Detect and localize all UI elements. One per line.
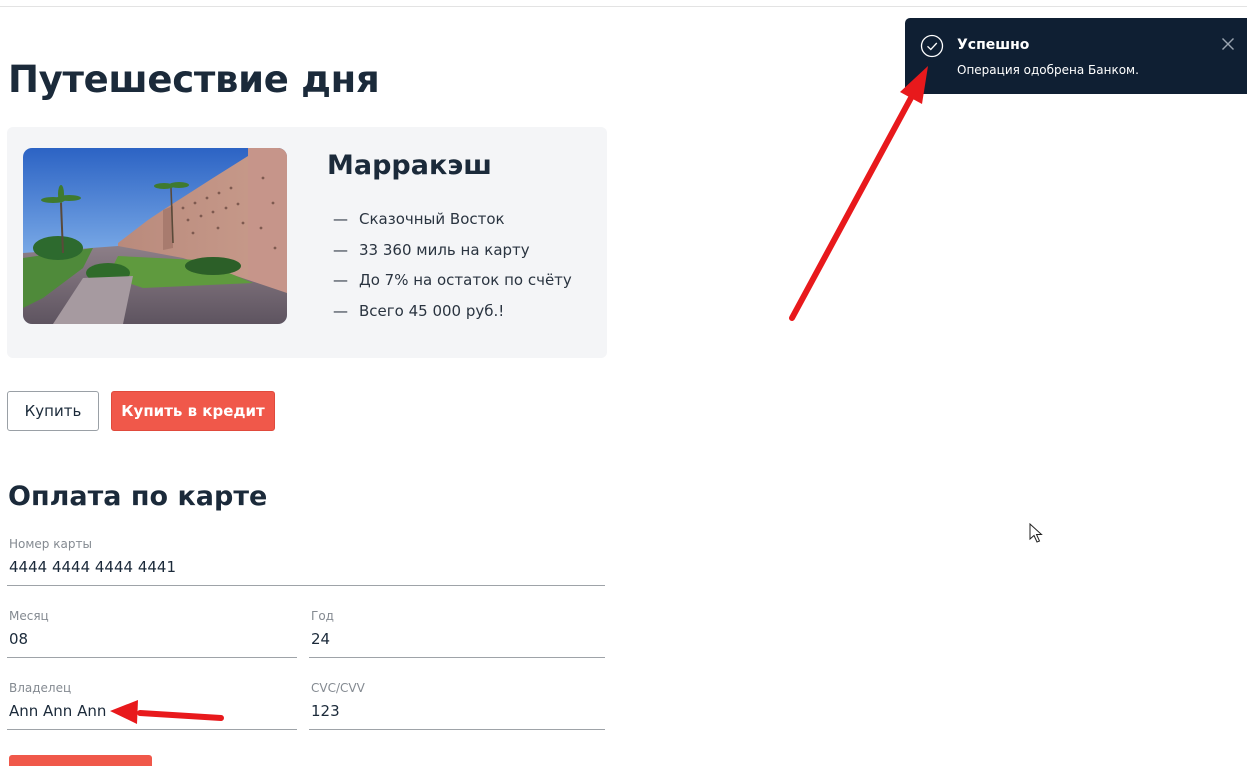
year-field[interactable]: Год 24 — [309, 609, 605, 658]
feature-text: Всего 45 000 руб.! — [359, 301, 505, 320]
cvc-label: CVC/CVV — [311, 681, 365, 695]
feature-dash: — — [333, 271, 348, 289]
continue-button[interactable] — [9, 755, 152, 766]
feature-text: Сказочный Восток — [359, 210, 505, 228]
card-number-input[interactable]: 4444 4444 4444 4441 — [9, 558, 176, 576]
cvc-field[interactable]: CVC/CVV 123 — [309, 681, 605, 730]
top-divider — [0, 6, 1247, 7]
feature-dash: — — [333, 210, 348, 228]
check-circle-icon — [920, 34, 944, 58]
buy-button[interactable]: Купить — [7, 391, 99, 431]
notification-title: Успешно — [957, 37, 1030, 53]
card-number-label: Номер карты — [9, 537, 92, 551]
month-label: Месяц — [9, 609, 49, 623]
feature-item: — До 7% на остаток по счёту — [333, 268, 572, 299]
offer-city: Марракэш — [327, 150, 492, 181]
owner-input[interactable]: Ann Ann Ann — [9, 702, 106, 720]
card-number-field[interactable]: Номер карты 4444 4444 4444 4441 — [7, 537, 605, 586]
page-title: Путешествие дня — [8, 58, 380, 101]
feature-item: — Сказочный Восток — [333, 207, 572, 238]
owner-field[interactable]: Владелец Ann Ann Ann — [7, 681, 297, 730]
month-field[interactable]: Месяц 08 — [7, 609, 297, 658]
feature-item: — Всего 45 000 руб.! — [333, 299, 572, 330]
notification-text: Операция одобрена Банком. — [957, 63, 1139, 77]
offer-card: Марракэш — Сказочный Восток — 33 360 миль … — [7, 127, 607, 358]
feature-text: 33 360 миль на карту — [359, 240, 530, 259]
feature-dash: — — [333, 240, 348, 259]
success-notification: Успешно Операция одобрена Банком. — [905, 18, 1247, 94]
year-label: Год — [311, 609, 334, 623]
annotation-arrow-to-notification — [789, 66, 928, 321]
payment-section-title: Оплата по карте — [8, 481, 268, 512]
buy-on-credit-button[interactable]: Купить в кредит — [111, 391, 275, 431]
year-input[interactable]: 24 — [311, 630, 330, 648]
mouse-cursor-icon — [1029, 523, 1043, 543]
offer-image — [23, 148, 287, 324]
close-icon[interactable] — [1221, 37, 1235, 51]
cvc-input[interactable]: 123 — [311, 702, 340, 720]
month-input[interactable]: 08 — [9, 630, 28, 648]
feature-text: До 7% на остаток по счёту — [359, 271, 572, 289]
offer-features: — Сказочный Восток —33 360 миль на карту … — [333, 207, 572, 329]
feature-dash: — — [333, 301, 348, 320]
owner-label: Владелец — [9, 681, 72, 695]
feature-item: — 33 360 миль на карту — [333, 238, 572, 269]
